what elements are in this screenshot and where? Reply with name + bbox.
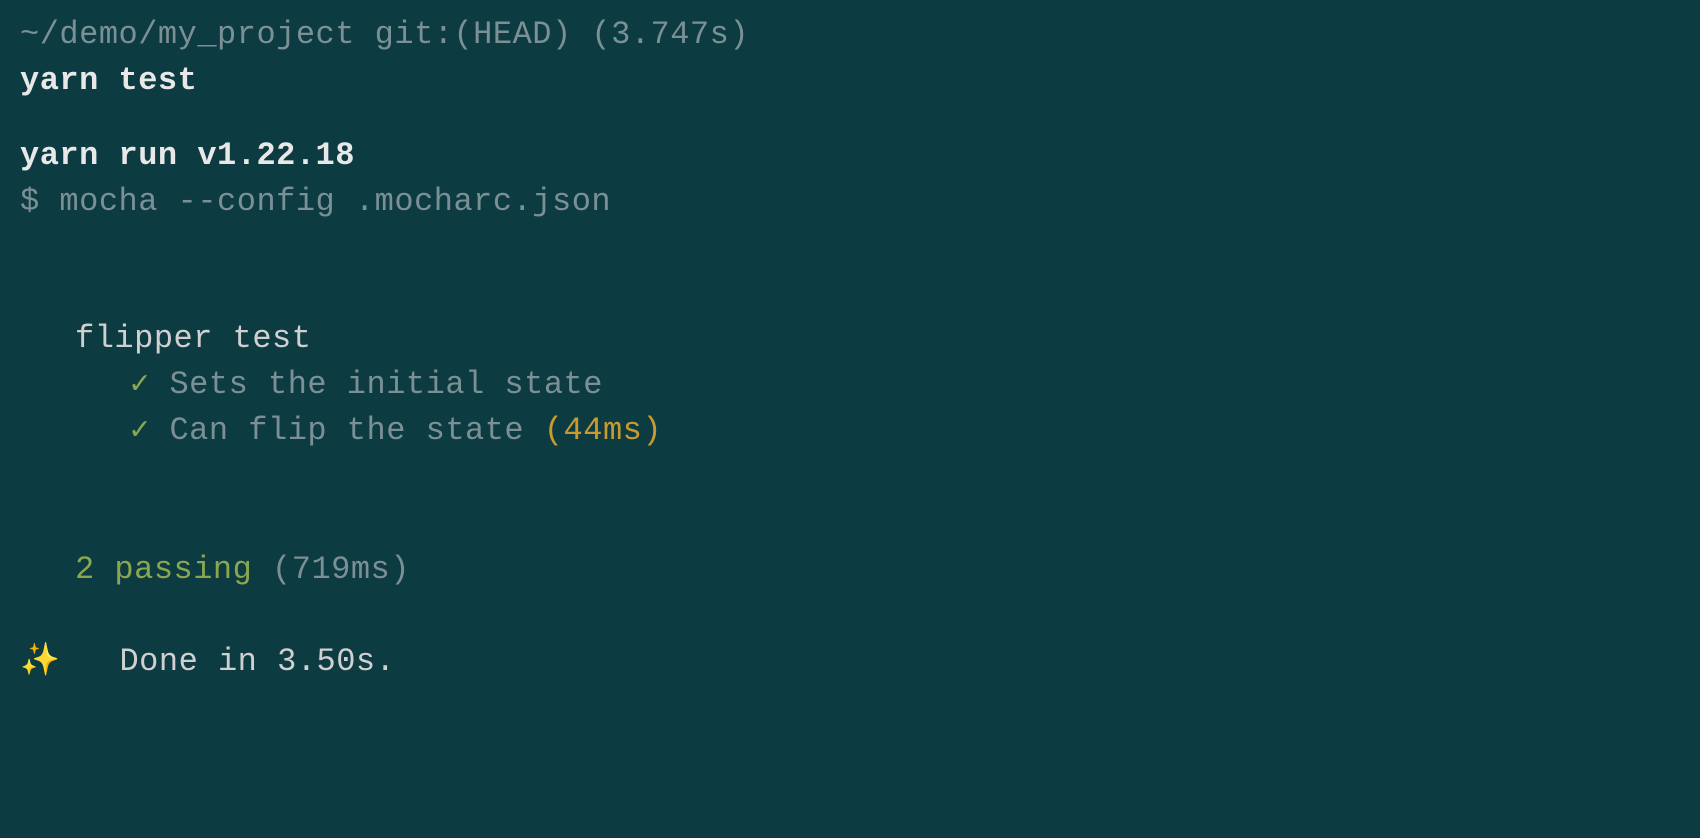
test-result-row: ✓ Sets the initial state (20, 362, 1680, 408)
done-text: Done in 3.50s. (119, 643, 395, 680)
sparkles-icon: ✨ (20, 643, 60, 680)
passing-count-text: 2 passing (75, 551, 252, 588)
test-duration-text: (44ms) (544, 412, 662, 449)
mocha-command-line: $ mocha --config .mocharc.json (20, 179, 1680, 225)
test-suite-name: flipper test (20, 316, 1680, 362)
prompt-git: git:(HEAD) (375, 16, 572, 53)
checkmark-icon: ✓ (130, 366, 150, 403)
yarn-version-text: yarn run v1.22.18 (20, 137, 355, 174)
done-line: ✨ Done in 3.50s. (20, 639, 1680, 685)
total-duration-text: (719ms) (272, 551, 410, 588)
dollar-sign: $ (20, 183, 40, 220)
summary-line: 2 passing (719ms) (20, 547, 1680, 593)
prompt-path: ~/demo/my_project (20, 16, 355, 53)
suite-name-text: flipper test (75, 320, 311, 357)
test-name-text: Can flip the state (169, 412, 524, 449)
prompt-line: ~/demo/my_project git:(HEAD) (3.747s) (20, 12, 1680, 58)
yarn-version-line: yarn run v1.22.18 (20, 133, 1680, 179)
test-name-text: Sets the initial state (169, 366, 602, 403)
command-line: yarn test (20, 58, 1680, 104)
mocha-command-text: mocha --config .mocharc.json (59, 183, 611, 220)
checkmark-icon: ✓ (130, 412, 150, 449)
terminal-output: ~/demo/my_project git:(HEAD) (3.747s) ya… (20, 12, 1680, 686)
prompt-timing: (3.747s) (591, 16, 749, 53)
test-result-row: ✓ Can flip the state (44ms) (20, 408, 1680, 454)
command-text: yarn test (20, 62, 197, 99)
